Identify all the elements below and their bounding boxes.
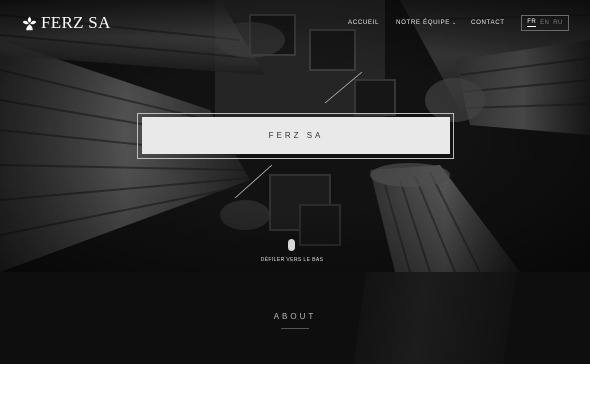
- chevron-down-icon: ⌄: [451, 20, 457, 26]
- language-switcher: FR EN RU: [521, 15, 569, 31]
- brand-logo[interactable]: FERZ SA: [22, 12, 111, 34]
- fleur-icon: [22, 16, 37, 30]
- lang-fr[interactable]: FR: [527, 19, 537, 27]
- hero-title-box: FERZ SA: [142, 117, 450, 154]
- mouse-icon[interactable]: [288, 239, 295, 251]
- hero-section: FERZ SA ACCUEIL NOTRE ÉQUIPE ⌄ CONTACT FR…: [0, 0, 590, 272]
- about-section: ABOUT: [0, 272, 590, 364]
- about-heading: ABOUT: [273, 312, 317, 321]
- nav-item-contact[interactable]: CONTACT: [471, 19, 505, 26]
- nav-item-accueil[interactable]: ACCUEIL: [348, 19, 379, 26]
- lang-ru[interactable]: RU: [553, 20, 562, 26]
- hero-title: FERZ SA: [268, 131, 324, 140]
- nav-item-equipe-label: NOTRE ÉQUIPE: [396, 19, 450, 26]
- scroll-down-label[interactable]: DÉFILER VERS LE BAS: [0, 257, 584, 263]
- about-divider: [281, 328, 309, 329]
- brand-name: FERZ SA: [41, 13, 111, 32]
- lang-en[interactable]: EN: [540, 20, 549, 26]
- nav-item-equipe[interactable]: NOTRE ÉQUIPE ⌄: [396, 19, 457, 26]
